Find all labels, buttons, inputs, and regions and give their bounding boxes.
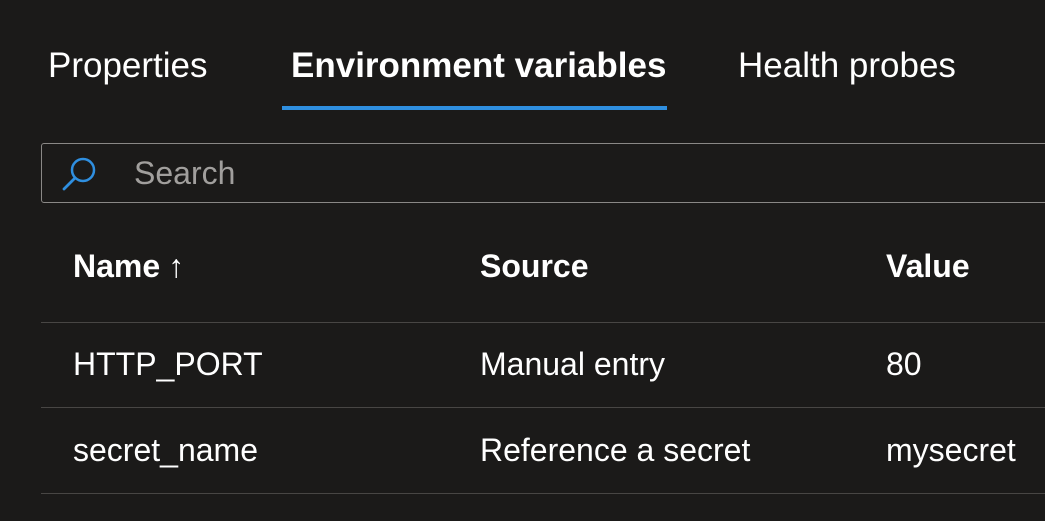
search-icon — [60, 156, 100, 192]
cell-name: secret_name — [73, 432, 258, 468]
sort-ascending-icon: ↑ — [168, 248, 185, 284]
column-header-name[interactable]: Name ↑ — [73, 246, 184, 286]
tab-health-probes[interactable]: Health probes — [738, 44, 956, 88]
cell-name: HTTP_PORT — [73, 346, 263, 382]
cell-source: Manual entry — [480, 346, 665, 382]
selected-tab-indicator — [282, 106, 667, 110]
column-header-source[interactable]: Source — [480, 246, 588, 286]
cell-value: mysecret — [886, 432, 1016, 468]
row-divider — [41, 493, 1045, 494]
search-input[interactable] — [134, 152, 1034, 194]
search-box[interactable] — [41, 143, 1045, 203]
tab-properties[interactable]: Properties — [48, 44, 208, 88]
column-header-value[interactable]: Value — [886, 246, 970, 286]
row-divider — [41, 407, 1045, 408]
environment-variables-panel: Properties Environment variables Health … — [0, 0, 1045, 521]
tab-environment-variables[interactable]: Environment variables — [291, 44, 666, 88]
cell-value: 80 — [886, 346, 922, 382]
cell-source: Reference a secret — [480, 432, 751, 468]
column-header-name-label: Name — [73, 248, 161, 284]
header-divider — [41, 322, 1045, 323]
